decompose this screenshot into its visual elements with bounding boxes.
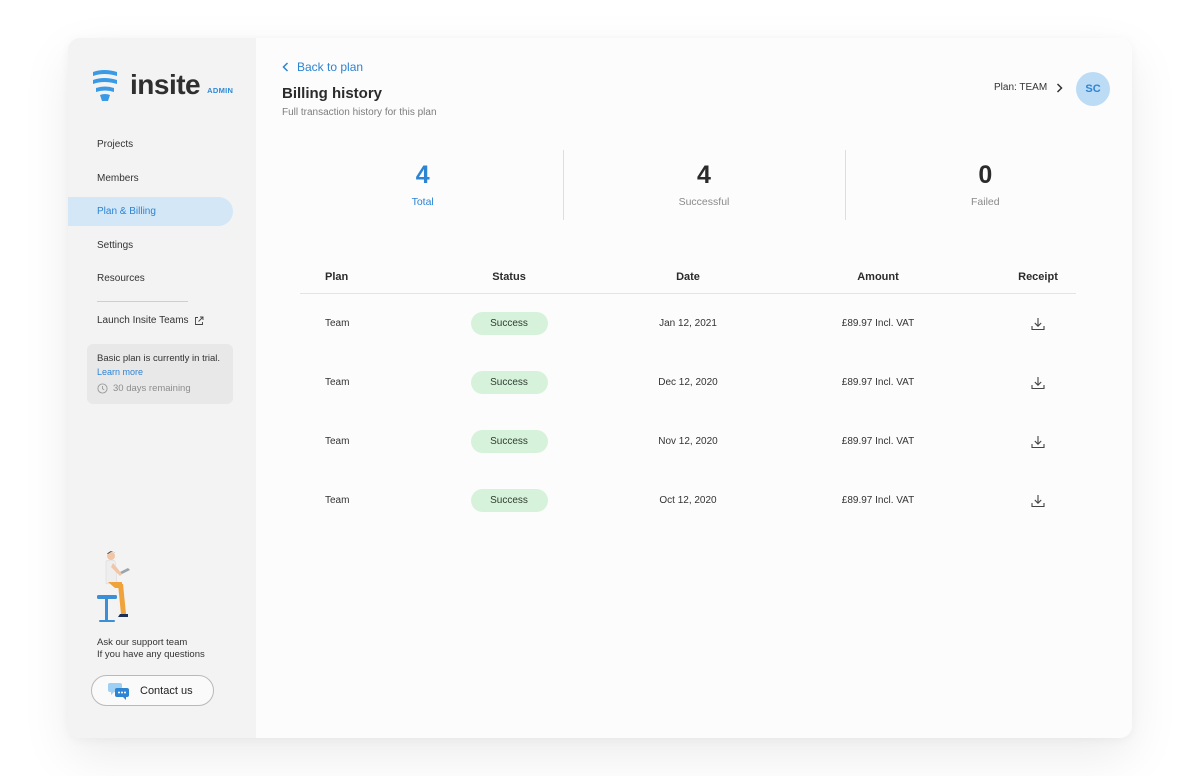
column-header-plan: Plan [325, 270, 349, 283]
cell-amount: £89.97 Incl. VAT [841, 436, 915, 447]
status-badge: Success [470, 489, 548, 512]
sidebar-divider [97, 301, 188, 302]
trial-remaining: 30 days remaining [97, 383, 223, 394]
sidebar-item-projects[interactable]: Projects [68, 130, 256, 159]
cell-date: Jan 12, 2021 [659, 318, 717, 329]
brand-name: insite [130, 69, 201, 100]
cell-status: Success [430, 489, 588, 512]
table-row: Team Success Nov 12, 2020 £89.97 Incl. V… [300, 412, 1076, 471]
support-line-2: If you have any questions [97, 648, 205, 660]
cell-date: Oct 12, 2020 [659, 495, 717, 506]
external-link-icon [194, 316, 203, 325]
sidebar-item-label: Plan & Billing [97, 206, 156, 217]
trial-remaining-text: 30 days remaining [113, 383, 191, 394]
status-badge: Success [470, 371, 548, 394]
brand[interactable]: insite ADMIN [90, 68, 233, 102]
chat-bubbles-icon [108, 682, 129, 700]
sidebar-item-members[interactable]: Members [68, 164, 256, 193]
cell-date: Dec 12, 2020 [658, 377, 718, 388]
sidebar: insite ADMIN Projects Members Plan & Bil… [68, 38, 256, 738]
stat-value: 4 [415, 161, 430, 189]
stat-total: 4 Total [282, 150, 563, 220]
cell-receipt [968, 317, 1076, 331]
avatar[interactable]: SC [1076, 72, 1110, 106]
learn-more-link[interactable]: Learn more [97, 365, 223, 379]
support-line-1: Ask our support team [97, 637, 188, 648]
trial-card: Basic plan is currently in trial. Learn … [87, 344, 233, 404]
stat-value: 4 [697, 161, 711, 189]
plan-link[interactable]: Plan: TEAM [994, 82, 1063, 93]
stat-label: Total [411, 196, 434, 208]
cell-receipt [968, 435, 1076, 449]
cell-receipt [968, 376, 1076, 390]
insite-logo-icon [93, 70, 117, 101]
stat-label: Successful [678, 196, 730, 208]
trial-text: Basic plan is currently in trial. [97, 353, 221, 364]
support-illustration [92, 548, 142, 633]
clock-icon [97, 383, 108, 394]
cell-plan: Team [325, 377, 350, 388]
cell-plan: Team [325, 495, 350, 506]
chevron-right-icon [1057, 82, 1063, 93]
cell-plan: Team [325, 318, 350, 329]
app-window: insite ADMIN Projects Members Plan & Bil… [68, 38, 1132, 738]
main-content: Back to plan Billing history Full transa… [256, 38, 1132, 738]
table-header: Plan Status Date Amount Receipt [300, 260, 1076, 294]
sidebar-nav: Projects Members Plan & Billing Settings… [68, 130, 256, 298]
support-text: Ask our support team If you have any que… [97, 637, 205, 660]
cell-amount: £89.97 Incl. VAT [841, 377, 915, 388]
download-icon[interactable] [1031, 494, 1045, 508]
cell-receipt [968, 494, 1076, 508]
sidebar-item-label: Resources [97, 273, 145, 284]
cell-status: Success [430, 312, 588, 335]
page-subtitle: Full transaction history for this plan [282, 107, 437, 118]
cell-amount: £89.97 Incl. VAT [841, 318, 915, 329]
download-icon[interactable] [1031, 317, 1045, 331]
cell-date: Nov 12, 2020 [658, 436, 718, 447]
billing-table: Plan Status Date Amount Receipt Team Suc… [300, 260, 1076, 530]
stat-successful: 4 Successful [563, 150, 844, 220]
sidebar-item-label: Members [97, 172, 139, 184]
cell-status: Success [430, 430, 588, 453]
column-header-amount: Amount [857, 270, 899, 283]
table-row: Team Success Jan 12, 2021 £89.97 Incl. V… [300, 294, 1076, 353]
launch-teams-link[interactable]: Launch Insite Teams [97, 315, 204, 326]
contact-label: Contact us [140, 684, 193, 697]
back-label: Back to plan [297, 60, 364, 74]
plan-label: Plan: TEAM [994, 82, 1048, 93]
status-badge: Success [470, 312, 548, 335]
column-header-date: Date [676, 270, 700, 283]
status-badge: Success [470, 430, 548, 453]
cell-status: Success [430, 371, 588, 394]
sidebar-item-resources[interactable]: Resources [68, 264, 256, 293]
sidebar-item-label: Projects [97, 139, 134, 150]
launch-label: Launch Insite Teams [97, 315, 189, 326]
sidebar-item-settings[interactable]: Settings [68, 231, 256, 260]
download-icon[interactable] [1031, 376, 1045, 390]
table-row: Team Success Dec 12, 2020 £89.97 Incl. V… [300, 353, 1076, 412]
cell-plan: Team [325, 436, 350, 447]
chevron-left-icon [282, 62, 289, 72]
download-icon[interactable] [1031, 435, 1045, 449]
stat-failed: 0 Failed [844, 150, 1126, 220]
page-title: Billing history [282, 85, 383, 102]
billing-stats: 4 Total 4 Successful 0 Failed [282, 150, 1126, 220]
table-row: Team Success Oct 12, 2020 £89.97 Incl. V… [300, 471, 1076, 530]
sidebar-item-label: Settings [97, 239, 134, 251]
column-header-receipt: Receipt [1018, 270, 1058, 283]
back-to-plan-link[interactable]: Back to plan [282, 60, 363, 74]
column-header-status: Status [492, 270, 526, 283]
stat-value: 0 [978, 161, 993, 189]
stat-label: Failed [971, 196, 1000, 208]
sidebar-item-plan-billing[interactable]: Plan & Billing [68, 197, 233, 226]
cell-amount: £89.97 Incl. VAT [841, 495, 915, 506]
contact-us-button[interactable]: Contact us [91, 675, 214, 706]
brand-tag: ADMIN [207, 85, 234, 95]
